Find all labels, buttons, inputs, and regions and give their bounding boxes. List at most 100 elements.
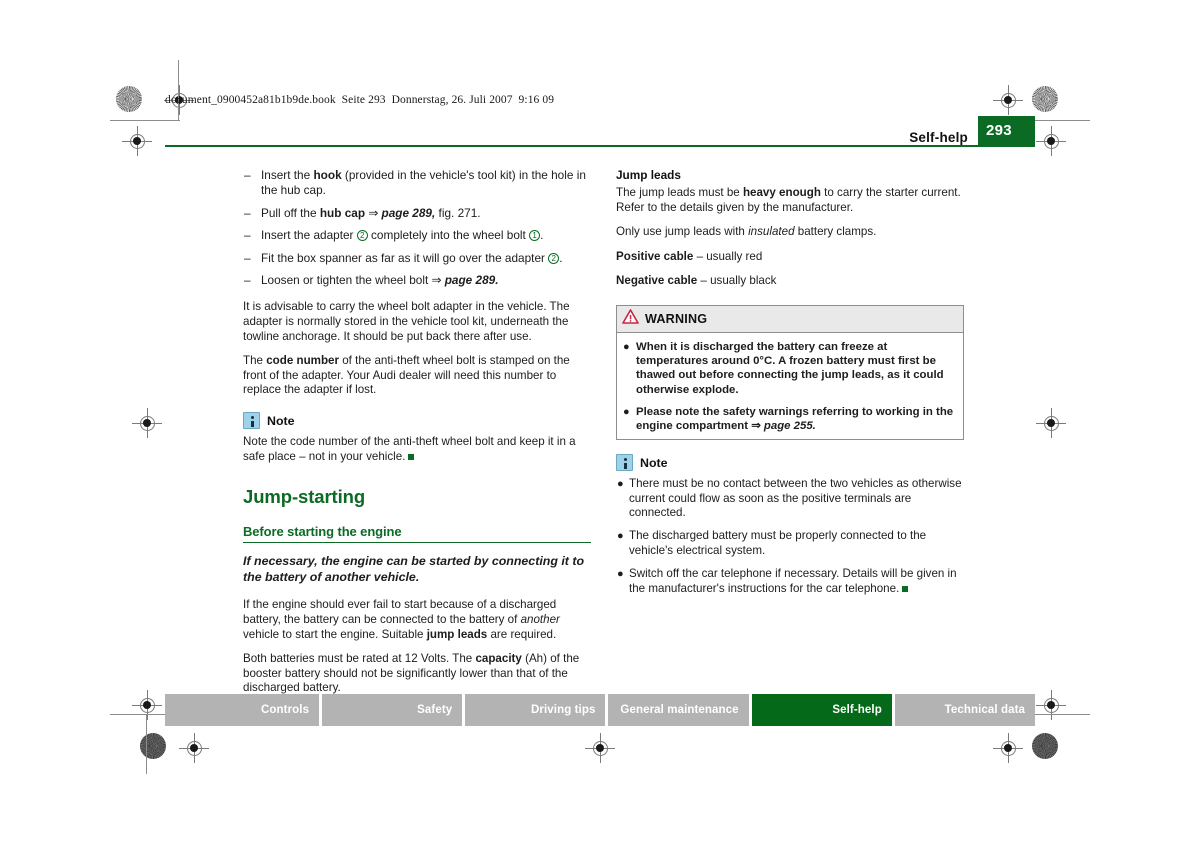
text-run: – usually black — [697, 274, 777, 288]
bold-run: hub cap — [319, 205, 366, 220]
footer-tab-label: Self-help — [832, 704, 882, 716]
procedure-step: – Insert the hook (provided in the vehicl… — [243, 168, 591, 199]
heading-before-starting-the-engine: Before starting the engine — [243, 524, 591, 544]
trim-line-top-vert — [178, 60, 179, 120]
note-text-left: Note the code number of the anti-theft w… — [243, 435, 591, 464]
bold-run: code number — [266, 354, 339, 368]
page-number-badge: 293 — [978, 116, 1035, 146]
footer-tab-general-maintenance[interactable]: General maintenance — [608, 694, 749, 726]
warning-title: WARNING — [645, 311, 708, 326]
crosshair-mark-bottom-center — [585, 733, 615, 763]
step-dash-marker: – — [244, 205, 251, 220]
bullet-text: When it is discharged the battery can fr… — [636, 341, 944, 396]
procedure-step: – Fit the box spanner as far as it will g… — [243, 251, 591, 266]
bullet-text: The discharged battery must be properly … — [629, 529, 926, 556]
bullet-text: Please note the safety warnings referrin… — [636, 406, 953, 432]
text-run: vehicle to start the engine. Suitable — [243, 627, 427, 641]
body-paragraph: Positive cable – usually red — [616, 250, 964, 265]
bullet-dot-marker: ● — [623, 340, 630, 353]
warning-header: WARNING — [617, 305, 963, 333]
procedure-step: – Pull off the hub cap ⇒ page 289, fig. 2… — [243, 206, 591, 221]
text-run: Insert the — [261, 168, 314, 182]
footer-tab-safety[interactable]: Safety — [322, 694, 463, 726]
info-icon — [243, 412, 260, 429]
cross-reference-arrow-icon: ⇒ — [751, 419, 761, 432]
footer-tab-controls[interactable]: Controls — [165, 694, 320, 726]
italic-run: another — [520, 612, 560, 626]
page-cross-reference: page 255. — [763, 419, 816, 432]
step-text: Loosen or tighten the wheel bolt ⇒ page … — [261, 273, 498, 287]
text-run: Pull off the — [261, 205, 320, 220]
bullet-dot-marker: ● — [617, 568, 624, 581]
text-run: The jump leads must be — [616, 186, 743, 199]
italic-run: insulated — [748, 225, 795, 239]
body-paragraph: Negative cable – usually black — [616, 274, 964, 289]
crosshair-mark-top-right-a — [993, 85, 1023, 115]
heading-jump-leads: Jump leads — [616, 168, 681, 182]
text-run: Both batteries must be rated at 12 Volts… — [243, 652, 476, 666]
right-paragraphs: The jump leads must be heavy enough to c… — [616, 186, 964, 289]
step-dash-marker: – — [244, 273, 251, 288]
bullet-item: ● Please note the safety warnings referri… — [622, 405, 957, 433]
body-paragraph: The jump leads must be heavy enough to c… — [616, 186, 964, 215]
step-text: Pull off the hub cap ⇒ page 289, fig. 27… — [261, 206, 481, 220]
bold-run: capacity — [475, 652, 522, 666]
end-of-section-marker — [902, 585, 909, 592]
rosette-mark-top-right — [1032, 86, 1058, 112]
bullet-item: ● The discharged battery must be properly… — [616, 529, 964, 558]
crosshair-mark-bottom-left — [179, 733, 209, 763]
bold-run: Positive cable — [616, 249, 694, 263]
bullet-dot-marker: ● — [617, 478, 624, 491]
text-run: When it is discharged the battery can fr… — [636, 340, 944, 396]
procedure-step-list: – Insert the hook (provided in the vehicl… — [243, 168, 591, 288]
right-column: Jump leads The jump leads must be heavy … — [616, 168, 964, 605]
rosette-mark-bottom-right — [1032, 733, 1058, 759]
bullet-item: ● Switch off the car telephone if necessa… — [616, 567, 964, 596]
note-header-left: Note — [243, 412, 591, 429]
bullet-text: There must be no contact between the two… — [629, 477, 962, 519]
page-number-value: 293 — [986, 122, 1012, 139]
trim-line-bottom-vert — [146, 714, 147, 774]
note-header-right: Note — [616, 454, 964, 472]
text-run: . — [540, 228, 544, 243]
bold-run: jump leads — [426, 627, 488, 641]
bullet-item: ● There must be no contact between the tw… — [616, 477, 964, 520]
callout-number-icon: 2 — [356, 230, 368, 242]
bold-run: hook — [313, 168, 342, 182]
step-text: Insert the adapter 2 completely into the… — [261, 228, 543, 242]
note-bullets-right: ● There must be no contact between the tw… — [616, 477, 964, 596]
footer-tab-technical-data[interactable]: Technical data — [894, 694, 1036, 726]
page-cross-reference: page 289. — [444, 273, 499, 288]
left-paragraphs-2: If the engine should ever fail to start … — [243, 598, 591, 696]
warning-body: ● When it is discharged the battery can f… — [617, 333, 963, 439]
left-column: – Insert the hook (provided in the vehicl… — [243, 168, 591, 706]
section-tab-bar[interactable]: Controls Safety Driving tips General mainte… — [165, 694, 1036, 726]
bullet-item: ● When it is discharged the battery can f… — [622, 340, 957, 397]
heading-jump-starting: Jump-starting — [243, 486, 366, 508]
footer-tab-label: Safety — [417, 704, 453, 716]
bullet-dot-marker: ● — [617, 530, 624, 543]
text-run: Insert the adapter — [261, 228, 357, 243]
note-title: Note — [267, 413, 295, 428]
crosshair-mark-left-lower — [132, 690, 162, 720]
text-run: The discharged battery must be properly … — [629, 529, 927, 557]
body-paragraph: The code number of the anti-theft wheel … — [243, 354, 591, 398]
procedure-step: – Loosen or tighten the wheel bolt ⇒ page… — [243, 273, 591, 288]
text-run: There must be no contact between the two… — [629, 477, 962, 519]
body-paragraph: Only use jump leads with insulated batte… — [616, 225, 964, 240]
info-icon — [616, 454, 633, 472]
step-dash-marker: – — [244, 168, 251, 182]
end-of-section-marker — [408, 453, 415, 460]
text-run: battery clamps. — [794, 225, 877, 239]
footer-tab-driving-tips[interactable]: Driving tips — [465, 694, 606, 726]
rosette-mark-bottom-left — [140, 733, 166, 759]
trim-line-top-left — [110, 120, 180, 121]
body-paragraph: Both batteries must be rated at 12 Volts… — [243, 652, 591, 696]
callout-number-icon: 1 — [529, 230, 541, 242]
cross-reference-arrow-icon: ⇒ — [368, 205, 379, 220]
text-run: are required. — [487, 627, 557, 641]
footer-tab-label: Technical data — [944, 704, 1026, 716]
body-paragraph: If the engine should ever fail to start … — [243, 598, 591, 642]
footer-tab-self-help[interactable]: Self-help — [751, 694, 892, 726]
body-paragraph: It is advisable to carry the wheel bolt … — [243, 300, 591, 344]
